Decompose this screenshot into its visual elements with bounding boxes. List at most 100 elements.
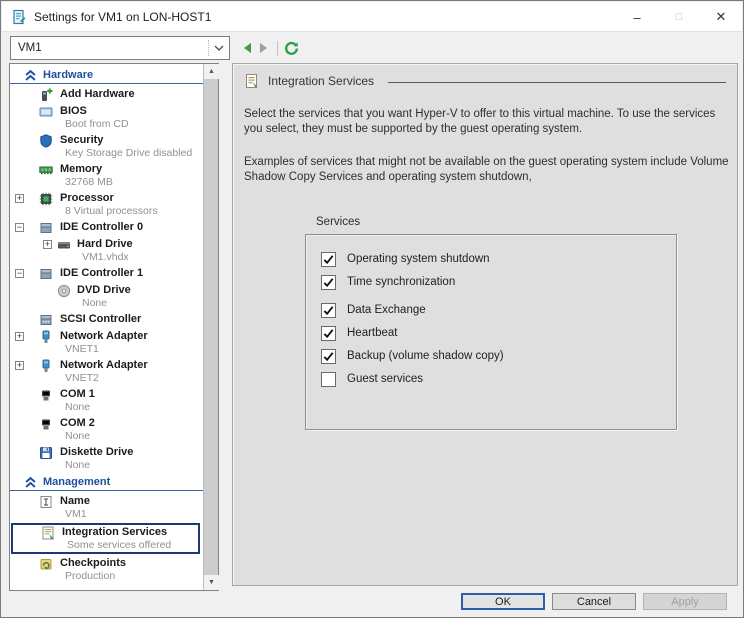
network-adapter-icon <box>39 359 53 373</box>
sidebar-item-com-2[interactable]: COM 2None <box>10 416 203 443</box>
close-button[interactable]: ✕ <box>700 2 742 32</box>
vm-selector-value: VM1 <box>11 42 208 54</box>
chevron-double-up-icon <box>25 477 36 488</box>
maximize-button[interactable]: □ <box>658 2 700 32</box>
service-row-time-synchronization: Time synchronization <box>321 274 676 290</box>
sidebar-item-memory[interactable]: Memory32768 MB <box>10 162 203 189</box>
sidebar-item-scsi-controller[interactable]: SCSI Controller <box>10 312 203 327</box>
item-subtitle: None <box>60 430 201 442</box>
sidebar-item-list: HardwareAdd HardwareBIOSBoot from CDSecu… <box>10 64 203 590</box>
item-label: Add Hardware <box>60 88 201 101</box>
expand-icon[interactable]: + <box>15 194 24 203</box>
sidebar-item-network-adapter[interactable]: + Network AdapterVNET1 <box>10 329 203 356</box>
scroll-up-icon[interactable]: ▲ <box>204 64 219 79</box>
item-label: Security <box>60 134 201 147</box>
service-row-heartbeat: Heartbeat <box>321 325 676 341</box>
expand-icon[interactable]: + <box>43 240 52 249</box>
navigation-bar <box>238 38 300 58</box>
chevron-down-icon[interactable] <box>209 43 229 54</box>
item-label: Memory <box>60 163 201 176</box>
apply-button[interactable]: Apply <box>643 593 727 610</box>
checked-checkbox[interactable] <box>321 349 336 364</box>
service-label: Heartbeat <box>347 327 398 339</box>
service-row-backup-volume-shadow-copy-: Backup (volume shadow copy) <box>321 348 676 364</box>
com-port-icon <box>39 388 53 402</box>
service-label: Backup (volume shadow copy) <box>347 350 504 362</box>
sidebar-section-management[interactable]: Management <box>10 474 203 491</box>
sidebar-item-hard-drive[interactable]: +Hard DriveVM1.vhdx <box>10 237 203 264</box>
item-subtitle: 8 Virtual processors <box>60 205 201 217</box>
toolbar-separator <box>277 41 278 56</box>
item-label: Network Adapter <box>60 330 201 343</box>
cancel-button[interactable]: Cancel <box>552 593 636 610</box>
chevron-double-up-icon <box>25 70 36 81</box>
item-label: Checkpoints <box>60 557 201 570</box>
checked-checkbox[interactable] <box>321 326 336 341</box>
sidebar-item-checkpoints[interactable]: CheckpointsProduction <box>10 556 203 583</box>
panel-title: Integration Services <box>268 74 374 88</box>
sidebar-item-com-1[interactable]: COM 1None <box>10 387 203 414</box>
back-arrow-icon[interactable] <box>238 40 255 57</box>
item-label: COM 1 <box>60 388 201 401</box>
toolbar: VM1 <box>2 32 742 63</box>
window-title: Settings for VM1 on LON-HOST1 <box>34 10 211 24</box>
scroll-down-icon[interactable]: ▼ <box>204 575 219 590</box>
item-subtitle: 32768 MB <box>60 176 201 188</box>
item-label: Diskette Drive <box>60 446 201 459</box>
expand-icon[interactable]: + <box>15 332 24 341</box>
forward-arrow-icon[interactable] <box>255 40 272 57</box>
sidebar-scrollbar[interactable]: ▲ ▼ <box>203 64 218 590</box>
name-icon <box>39 495 53 509</box>
refresh-icon[interactable] <box>283 40 300 57</box>
panel-header: Integration Services <box>244 73 726 89</box>
add-hardware-icon <box>39 88 53 102</box>
expand-icon[interactable]: + <box>15 361 24 370</box>
ide-controller-icon <box>39 267 53 281</box>
settings-dialog: Settings for VM1 on LON-HOST1 – □ ✕ VM1 <box>0 0 744 618</box>
services-group-label: Services <box>316 216 360 228</box>
integration-services-icon <box>41 526 55 540</box>
com-port-icon <box>39 417 53 431</box>
collapse-icon[interactable]: − <box>15 269 24 278</box>
sidebar-item-bios[interactable]: BIOSBoot from CD <box>10 104 203 131</box>
item-subtitle: None <box>60 459 201 471</box>
item-subtitle: VNET1 <box>60 343 201 355</box>
item-subtitle: Key Storage Drive disabled <box>60 147 201 159</box>
sidebar-item-add-hardware[interactable]: Add Hardware <box>10 87 203 102</box>
item-subtitle: VM1 <box>60 508 201 520</box>
checked-checkbox[interactable] <box>321 303 336 318</box>
item-label: IDE Controller 0 <box>60 221 201 234</box>
security-icon <box>39 134 53 148</box>
services-group-box: Operating system shutdownTime synchroniz… <box>305 234 677 430</box>
sidebar-item-name[interactable]: NameVM1 <box>10 494 203 521</box>
checked-checkbox[interactable] <box>321 275 336 290</box>
header-rule <box>388 82 726 83</box>
service-label: Time synchronization <box>347 276 455 288</box>
ok-button[interactable]: OK <box>461 593 545 610</box>
sidebar-item-diskette-drive[interactable]: Diskette DriveNone <box>10 445 203 472</box>
sidebar-item-ide-controller-0[interactable]: − IDE Controller 0 <box>10 220 203 235</box>
unchecked-checkbox[interactable] <box>321 372 336 387</box>
sidebar-item-dvd-drive[interactable]: DVD DriveNone <box>10 283 203 310</box>
sidebar-item-integration-services[interactable]: Integration ServicesSome services offere… <box>11 523 200 554</box>
vm-selector-dropdown[interactable]: VM1 <box>10 36 230 60</box>
service-row-guest-services: Guest services <box>321 371 676 387</box>
item-subtitle: Production <box>60 570 201 582</box>
item-subtitle: None <box>77 297 201 309</box>
checked-checkbox[interactable] <box>321 252 336 267</box>
section-label: Hardware <box>43 69 93 81</box>
checkpoints-icon <box>39 557 53 571</box>
item-label: IDE Controller 1 <box>60 267 201 280</box>
collapse-icon[interactable]: − <box>15 223 24 232</box>
title-bar: Settings for VM1 on LON-HOST1 – □ ✕ <box>2 2 742 32</box>
sidebar-item-processor[interactable]: +Processor8 Virtual processors <box>10 191 203 218</box>
sidebar-section-hardware[interactable]: Hardware <box>10 67 203 84</box>
sidebar-item-network-adapter[interactable]: +Network AdapterVNET2 <box>10 358 203 385</box>
minimize-button[interactable]: – <box>616 2 658 32</box>
ide-controller-icon <box>39 221 53 235</box>
sidebar-item-ide-controller-1[interactable]: − IDE Controller 1 <box>10 266 203 281</box>
network-adapter-icon <box>39 330 53 344</box>
item-label: DVD Drive <box>77 284 201 297</box>
hard-drive-icon <box>57 238 71 252</box>
sidebar-item-security[interactable]: SecurityKey Storage Drive disabled <box>10 133 203 160</box>
